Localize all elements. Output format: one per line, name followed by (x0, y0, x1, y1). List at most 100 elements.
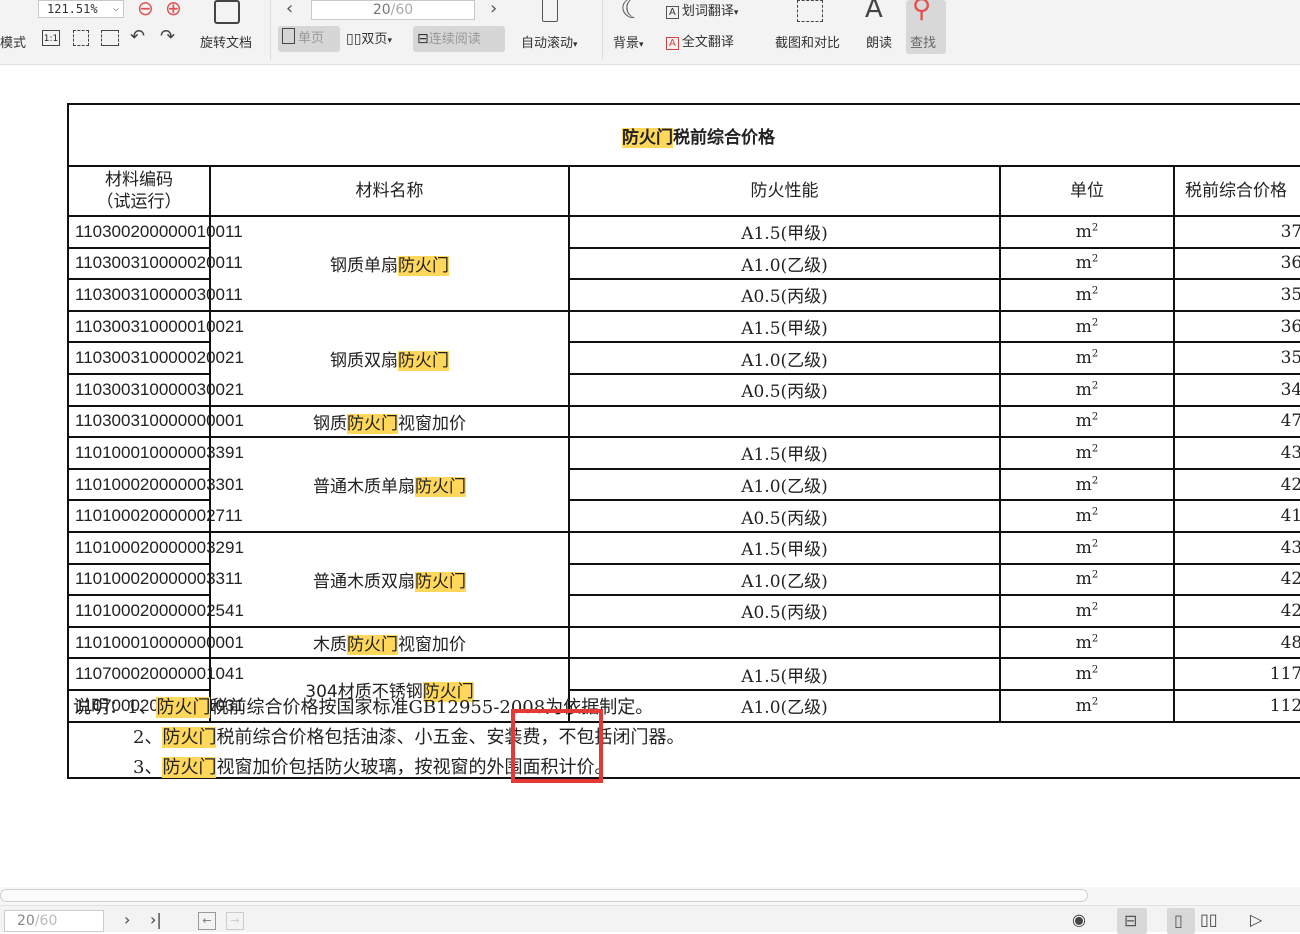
double-page-button[interactable]: ▯▯双页▾ (342, 26, 410, 52)
material-name-hl: 防火门 (398, 255, 449, 276)
material-name-post: 视窗加价 (398, 413, 466, 434)
status-page-total: /60 (34, 913, 58, 929)
zoom-value: 121.51% (47, 2, 98, 16)
note-3-prefix: 3、 (133, 757, 163, 778)
note-2-prefix: 2、 (133, 727, 163, 748)
table-row: 110100010000003391普通木质单扇防火门A1.5(甲级)m2436 (67, 436, 1300, 533)
continuous-read-button[interactable]: ⊟连续阅读 (413, 26, 505, 52)
next-page-icon[interactable]: › (124, 910, 130, 929)
toolbar-divider (270, 0, 271, 60)
page-number-input[interactable]: 20/60 (311, 0, 475, 20)
read-aloud-icon[interactable]: A (865, 0, 883, 24)
auto-scroll-button[interactable]: 自动滚动▾ (521, 32, 578, 51)
rotate-document-button[interactable]: 旋转文档 (200, 32, 252, 51)
toolbar-divider (602, 0, 603, 60)
moon-icon[interactable]: ☾ (620, 0, 645, 25)
price-value: 420 (1172, 594, 1300, 628)
unit-exponent: 2 (1091, 348, 1099, 360)
background-button[interactable]: 背景▾ (613, 32, 644, 51)
material-code: 110300310000030011 (67, 278, 243, 312)
note-1-prefix: 说明：1、 (73, 697, 157, 718)
mode-button[interactable]: 模式 (0, 32, 26, 51)
continuous-view-button[interactable]: ⊟ (1117, 908, 1147, 934)
forward-icon[interactable]: → (226, 912, 244, 930)
status-page-current: 20 (17, 913, 35, 929)
material-name-pre: 钢质 (313, 413, 347, 434)
price-value: 366 (1172, 246, 1300, 281)
header-price: 税前综合价格 (1172, 165, 1300, 217)
document-page: 防火门税前综合价格 材料编码 （试运行） 材料名称 防火性能 单位 税前综合价格 … (66, 103, 1300, 723)
zoom-select[interactable]: 121.51% ⌵ (38, 0, 124, 18)
screenshot-compare-button[interactable]: 截图和对比 (775, 32, 840, 51)
full-translate-button[interactable]: A 全文翻译 (666, 31, 734, 50)
rotate-left-icon[interactable]: ↶ (130, 26, 145, 47)
price-value: 475 (1172, 404, 1300, 439)
material-name: 普通木质双扇防火门 (209, 530, 570, 628)
document-viewport: 防火门税前综合价格 材料编码 （试运行） 材料名称 防火性能 单位 税前综合价格 … (0, 65, 1300, 887)
horizontal-scrollbar[interactable] (0, 887, 1300, 905)
scrollbar-thumb[interactable] (0, 889, 1088, 902)
material-name-pre: 普通木质单扇 (313, 477, 415, 498)
unit: m2 (999, 499, 1175, 533)
auto-scroll-icon[interactable] (542, 0, 558, 22)
note-3-highlight: 防火门 (162, 757, 217, 778)
last-page-icon[interactable]: ›| (150, 910, 162, 929)
title-text: 税前综合价格 (673, 127, 775, 148)
zoom-out-icon[interactable]: ⊖ (137, 0, 154, 20)
screenshot-icon[interactable] (797, 0, 823, 22)
word-translate-button[interactable]: A 划词翻译▾ (666, 0, 738, 19)
fire-rating: A0.5(丙级) (568, 372, 1001, 407)
material-code: 110300310000010021 (67, 309, 244, 344)
single-page-button[interactable]: 单页 (278, 26, 340, 52)
unit: m2 (999, 657, 1175, 691)
double-view-icon[interactable]: ▯▯ (1200, 910, 1218, 929)
selection-highlight-box (511, 709, 603, 783)
material-code: 110300200000010011 (67, 215, 243, 249)
material-code: 110100010000003391 (67, 436, 244, 470)
unit-exponent: 2 (1091, 316, 1099, 328)
unit-base: m (1075, 442, 1092, 463)
single-view-button[interactable]: ▯ (1167, 908, 1195, 934)
rotate-right-icon[interactable]: ↷ (160, 26, 175, 47)
full-translate-label: 全文翻译 (681, 35, 734, 50)
material-name: 木质防火门视窗加价 (209, 625, 570, 660)
zoom-in-icon[interactable]: ⊕ (165, 0, 182, 20)
material-name-hl: 防火门 (415, 571, 466, 592)
rotate-document-icon[interactable] (214, 0, 240, 24)
fire-rating: A0.5(丙级) (568, 499, 1001, 533)
translate-doc-icon: A (666, 37, 679, 50)
status-page-input[interactable]: 20/60 (4, 910, 104, 932)
unit: m2 (999, 530, 1175, 565)
unit-base: m (1075, 664, 1092, 685)
prev-page-icon[interactable]: ‹ (286, 0, 293, 19)
unit: m2 (999, 246, 1175, 281)
price-value: 428 (1172, 467, 1300, 502)
fit-page-icon[interactable] (73, 30, 89, 46)
material-name: 钢质单扇防火门 (209, 215, 570, 312)
actual-size-icon[interactable]: 1:1 (42, 30, 60, 46)
price-value: 352 (1172, 278, 1300, 312)
fire-rating: A1.0(乙级) (568, 341, 1001, 375)
play-icon[interactable]: ▷ (1250, 910, 1262, 929)
material-code: 110300310000030021 (67, 372, 244, 407)
unit-base: m (1075, 537, 1092, 558)
fit-width-icon[interactable] (101, 30, 119, 46)
word-translate-label: 划词翻译 (681, 4, 734, 19)
header-performance: 防火性能 (568, 165, 1001, 217)
unit: m2 (999, 341, 1175, 375)
unit-base: m (1075, 316, 1092, 337)
back-icon[interactable]: ← (198, 912, 216, 930)
material-name-hl: 防火门 (415, 477, 466, 498)
next-page-icon[interactable]: › (490, 0, 497, 19)
chevron-down-icon: ▾ (639, 40, 644, 50)
unit: m2 (999, 594, 1175, 628)
unit: m2 (999, 467, 1175, 502)
single-view-icon: ▯ (1174, 911, 1183, 930)
eye-icon[interactable]: ◉ (1072, 910, 1086, 929)
material-name-hl: 防火门 (347, 413, 398, 434)
unit-base: m (1075, 253, 1092, 274)
fire-rating: A1.5(甲级) (568, 215, 1001, 249)
find-button[interactable]: ⚲ 查找 (906, 0, 946, 54)
material-code: 110100020000002541 (67, 594, 244, 628)
read-aloud-button[interactable]: 朗读 (866, 32, 892, 51)
